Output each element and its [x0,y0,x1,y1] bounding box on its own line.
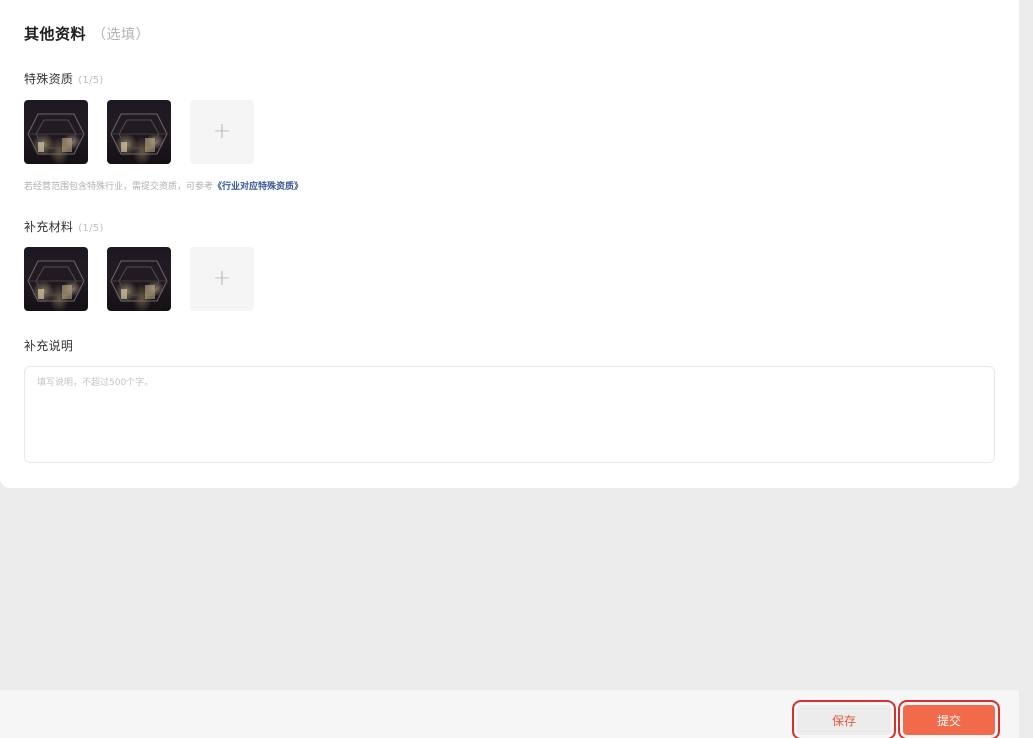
section-title: 其他资料 （选填） [24,23,150,44]
supplementary-material-uploads: + [24,247,254,311]
industry-qualification-link[interactable]: 《行业对应特殊资质》 [213,182,303,192]
uploaded-image-thumbnail[interactable] [107,100,171,164]
optional-tag: （选填） [92,27,151,43]
image-thumbnail-graphic [27,260,85,302]
section-title-text: 其他资料 [24,25,87,43]
other-info-card: 其他资料 （选填） 特殊资质 (1/5) + 若经营范围包含特殊行业，需提交资质… [0,0,1019,488]
save-button[interactable]: 保存 [792,700,896,738]
plus-icon: + [212,266,232,291]
supplementary-note-label: 补充说明 [24,337,73,354]
qualification-hint: 若经营范围包含特殊行业，需提交资质，可参考《行业对应特殊资质》 [24,179,303,192]
uploaded-image-thumbnail[interactable] [107,247,171,311]
submit-button-label: 提交 [936,713,961,728]
save-button-label: 保存 [831,713,856,728]
add-image-button[interactable]: + [190,247,254,311]
image-thumbnail-graphic [110,260,168,302]
special-qualification-label: 特殊资质 (1/5) [24,70,104,87]
plus-icon: + [212,119,232,144]
supplementary-note-label-text: 补充说明 [24,339,74,353]
special-qualification-uploads: + [24,100,254,164]
supplementary-material-count: (1/5) [78,223,104,234]
submit-button[interactable]: 提交 [898,700,1000,738]
image-thumbnail-graphic [110,113,168,155]
image-thumbnail-graphic [27,113,85,155]
uploaded-image-thumbnail[interactable] [24,100,88,164]
supplementary-material-label: 补充材料 (1/5) [24,218,104,235]
supplementary-note-input[interactable] [24,366,995,463]
special-qualification-count: (1/5) [78,75,104,86]
qualification-hint-text: 若经营范围包含特殊行业，需提交资质，可参考 [24,182,214,192]
page: 其他资料 （选填） 特殊资质 (1/5) + 若经营范围包含特殊行业，需提交资质… [0,0,1033,738]
supplementary-material-label-text: 补充材料 [24,220,74,234]
uploaded-image-thumbnail[interactable] [24,247,88,311]
special-qualification-label-text: 特殊资质 [24,72,74,86]
add-image-button[interactable]: + [190,100,254,164]
